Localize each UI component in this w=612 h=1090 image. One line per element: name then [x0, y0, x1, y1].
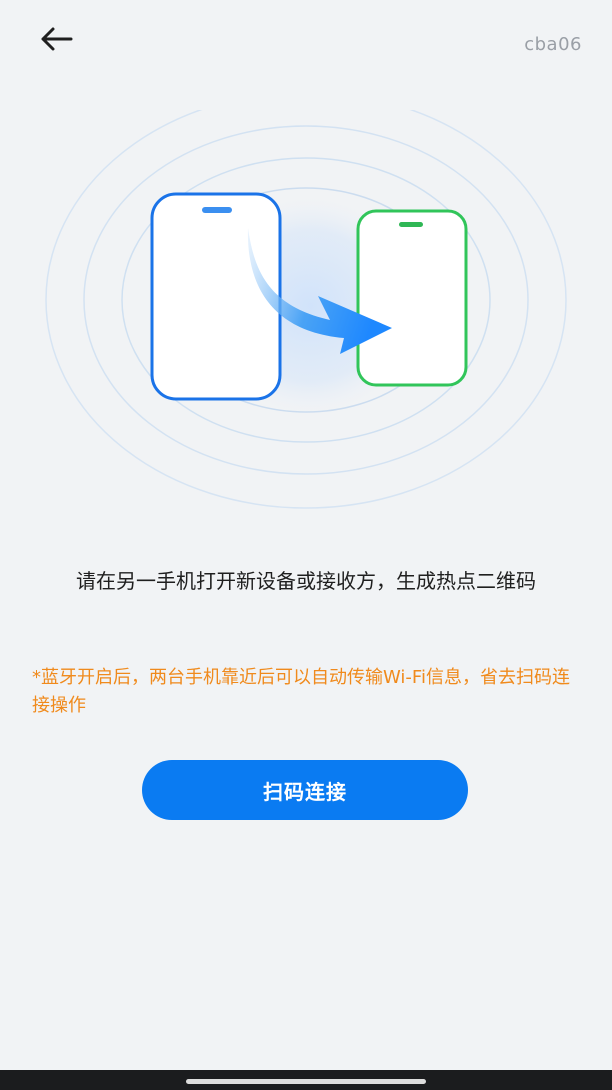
screen: cba06 请在另一手机打开新设备或接收方，生成热点二维码 *蓝牙开启后，两台手…	[0, 0, 612, 1090]
home-indicator[interactable]	[186, 1079, 426, 1084]
transfer-illustration	[45, 110, 567, 509]
bluetooth-hint-text: *蓝牙开启后，两台手机靠近后可以自动传输Wi-Fi信息，省去扫码连接操作	[32, 667, 570, 716]
scan-connect-button[interactable]: 扫码连接	[142, 760, 468, 820]
back-button[interactable]	[34, 22, 78, 56]
source-phone	[150, 192, 282, 401]
arrow-left-icon	[41, 27, 73, 51]
target-phone	[356, 209, 468, 387]
instruction-text: 请在另一手机打开新设备或接收方，生成热点二维码	[76, 569, 536, 593]
system-nav-bar	[0, 1070, 612, 1090]
device-id-label: cba06	[524, 34, 582, 55]
